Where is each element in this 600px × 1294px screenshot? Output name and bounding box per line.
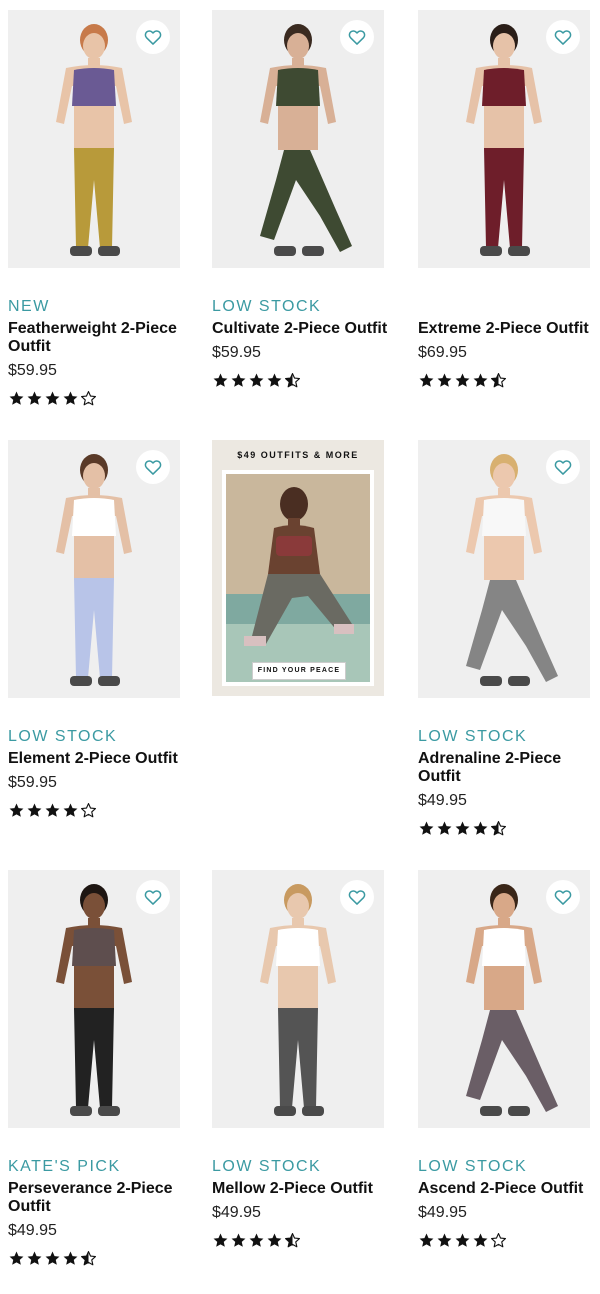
product-price: $59.95 xyxy=(212,344,261,361)
product-name[interactable]: Featherweight 2-Piece Outfit xyxy=(8,320,188,356)
product-badge: NEW xyxy=(8,298,50,315)
product-card[interactable]: LOW STOCK Mellow 2-Piece Outfit $49.95 xyxy=(212,870,384,1248)
product-name[interactable]: Cultivate 2-Piece Outfit xyxy=(212,320,392,338)
star-half-icon xyxy=(284,372,301,388)
star-full-icon xyxy=(473,821,488,835)
rating-stars xyxy=(212,1232,301,1250)
favorite-heart-icon[interactable] xyxy=(136,450,170,484)
rating-stars xyxy=(212,372,301,390)
product-price: $69.95 xyxy=(418,344,467,361)
star-half-icon xyxy=(80,1250,97,1266)
promo-headline: $49 OUTFITS & MORE xyxy=(237,450,359,460)
product-card[interactable]: LOW STOCK Adrenaline 2-Piece Outfit $49.95 xyxy=(418,440,590,836)
star-full-icon xyxy=(455,373,470,387)
star-full-icon xyxy=(63,391,78,405)
star-full-icon xyxy=(27,1251,42,1265)
favorite-heart-icon[interactable] xyxy=(340,880,374,914)
product-name[interactable]: Mellow 2-Piece Outfit xyxy=(212,1180,392,1198)
favorite-heart-icon[interactable] xyxy=(340,20,374,54)
product-badge: KATE'S PICK xyxy=(8,1158,121,1175)
product-price: $49.95 xyxy=(212,1204,261,1221)
product-badge: LOW STOCK xyxy=(212,1158,322,1175)
star-full-icon xyxy=(267,373,282,387)
star-half-icon xyxy=(490,820,507,836)
star-full-icon xyxy=(249,373,264,387)
product-badge: LOW STOCK xyxy=(8,728,118,745)
star-full-icon xyxy=(45,803,60,817)
product-name[interactable]: Element 2-Piece Outfit xyxy=(8,750,188,768)
star-full-icon xyxy=(473,1233,488,1247)
star-empty-icon xyxy=(490,1232,507,1248)
product-badge: LOW STOCK xyxy=(418,728,528,745)
rating-stars xyxy=(418,1232,507,1250)
rating-stars xyxy=(418,820,507,838)
product-card[interactable]: LOW STOCK Cultivate 2-Piece Outfit $59.95 xyxy=(212,10,387,388)
star-full-icon xyxy=(231,1233,246,1247)
star-full-icon xyxy=(9,1251,24,1265)
star-half-icon xyxy=(284,1232,301,1248)
star-empty-icon xyxy=(80,390,97,406)
star-full-icon xyxy=(231,373,246,387)
rating-stars xyxy=(8,390,97,408)
product-price: $49.95 xyxy=(418,792,467,809)
rating-stars xyxy=(8,802,97,820)
star-full-icon xyxy=(9,391,24,405)
product-price: $59.95 xyxy=(8,362,57,379)
star-full-icon xyxy=(213,1233,228,1247)
star-full-icon xyxy=(249,1233,264,1247)
star-full-icon xyxy=(267,1233,282,1247)
favorite-heart-icon[interactable] xyxy=(546,20,580,54)
star-full-icon xyxy=(45,391,60,405)
star-full-icon xyxy=(419,373,434,387)
star-full-icon xyxy=(419,821,434,835)
star-full-icon xyxy=(437,821,452,835)
product-card[interactable]: Extreme 2-Piece Outfit $69.95 xyxy=(418,10,590,388)
star-full-icon xyxy=(63,1251,78,1265)
product-card[interactable]: LOW STOCK Element 2-Piece Outfit $59.95 xyxy=(8,440,180,818)
product-card[interactable]: KATE'S PICK Perseverance 2-Piece Outfit $4… xyxy=(8,870,180,1266)
favorite-heart-icon[interactable] xyxy=(136,20,170,54)
star-full-icon xyxy=(473,373,488,387)
star-empty-icon xyxy=(80,802,97,818)
favorite-heart-icon[interactable] xyxy=(546,880,580,914)
rating-stars xyxy=(418,372,507,390)
star-full-icon xyxy=(437,373,452,387)
promo-cta-button[interactable]: FIND YOUR PEACE xyxy=(252,662,346,680)
star-full-icon xyxy=(419,1233,434,1247)
product-badge: LOW STOCK xyxy=(418,1158,528,1175)
favorite-heart-icon[interactable] xyxy=(546,450,580,484)
star-full-icon xyxy=(213,373,228,387)
star-full-icon xyxy=(27,391,42,405)
star-full-icon xyxy=(455,821,470,835)
star-full-icon xyxy=(27,803,42,817)
product-name[interactable]: Extreme 2-Piece Outfit xyxy=(418,320,598,338)
product-price: $59.95 xyxy=(8,774,57,791)
product-badge: LOW STOCK xyxy=(212,298,322,315)
product-name[interactable]: Adrenaline 2-Piece Outfit xyxy=(418,750,598,786)
product-price: $49.95 xyxy=(8,1222,57,1239)
promo-frame xyxy=(222,470,374,686)
promo-image xyxy=(226,474,370,682)
star-full-icon xyxy=(455,1233,470,1247)
product-card[interactable]: LOW STOCK Ascend 2-Piece Outfit $49.95 xyxy=(418,870,590,1248)
star-full-icon xyxy=(63,803,78,817)
star-full-icon xyxy=(45,1251,60,1265)
rating-stars xyxy=(8,1250,97,1268)
product-name[interactable]: Ascend 2-Piece Outfit xyxy=(418,1180,598,1198)
star-full-icon xyxy=(437,1233,452,1247)
star-full-icon xyxy=(9,803,24,817)
favorite-heart-icon[interactable] xyxy=(136,880,170,914)
product-name[interactable]: Perseverance 2-Piece Outfit xyxy=(8,1180,188,1216)
product-price: $49.95 xyxy=(418,1204,467,1221)
product-card[interactable]: NEW Featherweight 2-Piece Outfit $59.95 xyxy=(8,10,180,406)
promo-tile[interactable]: $49 OUTFITS & MORE FIND YOUR PEACE xyxy=(212,440,384,696)
star-half-icon xyxy=(490,372,507,388)
